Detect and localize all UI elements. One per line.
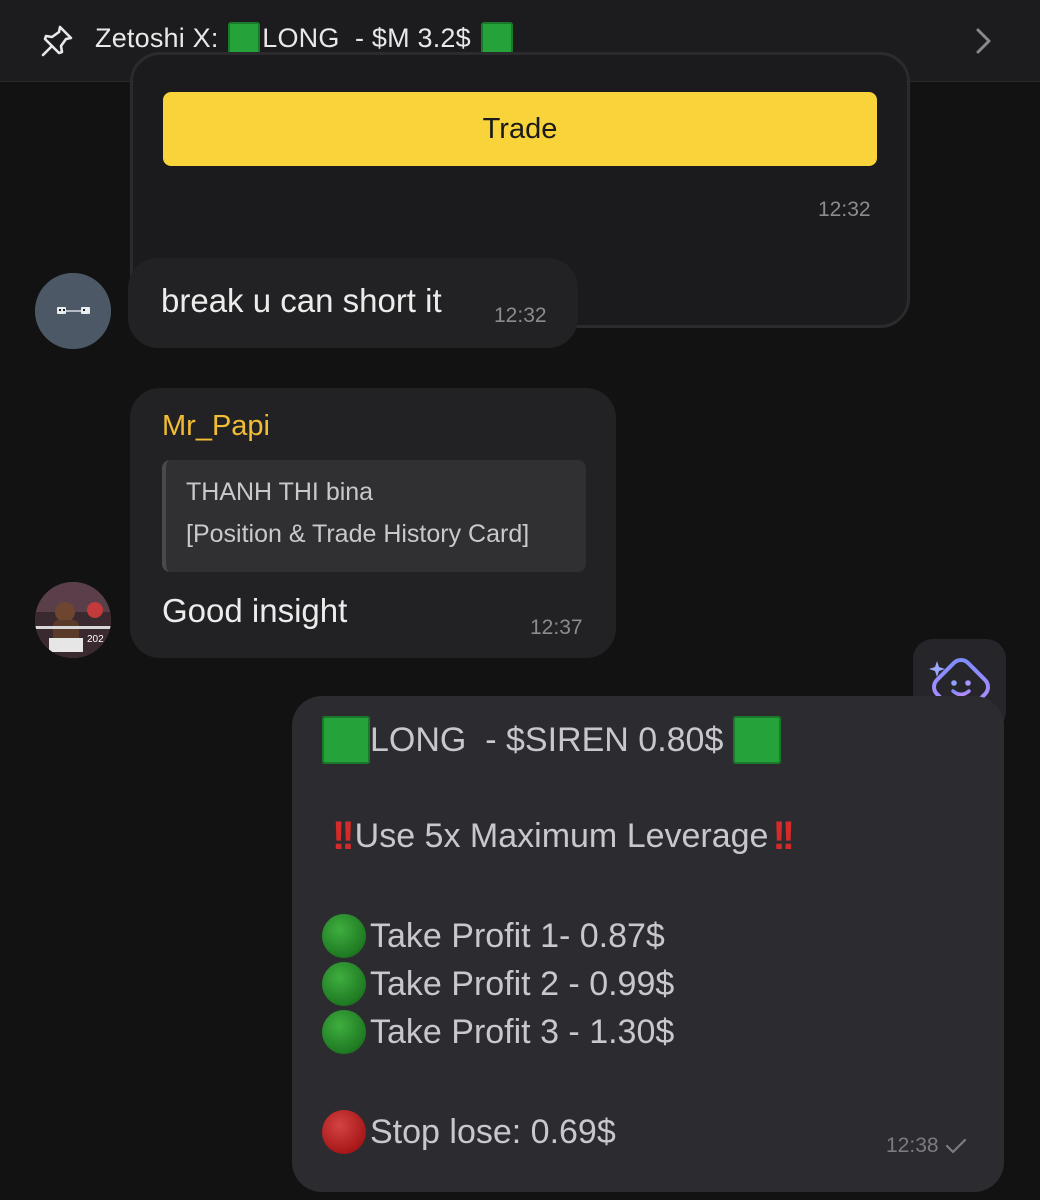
green-circle-icon (322, 914, 366, 958)
message-list: Trade 12:32 break u can short it 12:32 2… (0, 52, 1040, 1200)
message-text: Good insight (162, 592, 348, 629)
signal-headline: LONG - $SIREN 0.80$ (322, 716, 781, 764)
pin-icon (41, 25, 73, 57)
read-check-icon (945, 1138, 966, 1154)
green-square-icon (732, 716, 781, 764)
red-circle-icon (322, 1110, 366, 1154)
leverage-line: !! Use 5x Maximum Leverage !! (328, 814, 795, 859)
green-square-icon (228, 22, 261, 54)
stop-loss-line: Stop lose: 0.69$ (322, 1110, 616, 1154)
sender-name[interactable]: Mr_Papi (162, 410, 270, 443)
take-profit-text: Take Profit 3 - 1.30$ (370, 1012, 675, 1051)
avatar[interactable] (35, 273, 111, 349)
stop-loss-text: Stop lose: 0.69$ (370, 1112, 616, 1151)
pinned-title: LONG - $M 3.2$ (262, 22, 479, 53)
take-profit-line: Take Profit 1- 0.87$ (322, 914, 665, 958)
take-profit-text: Take Profit 1- 0.87$ (370, 916, 665, 955)
message-text: break u can short it (161, 282, 442, 319)
green-square-icon (480, 22, 513, 54)
leverage-text: Use 5x Maximum Leverage (354, 817, 769, 855)
incoming-message[interactable]: break u can short it 12:32 (128, 258, 578, 348)
take-profit-line: Take Profit 2 - 0.99$ (322, 962, 674, 1006)
trade-button[interactable]: Trade (163, 92, 877, 166)
avatar-image (35, 273, 111, 349)
chat-app: Zetoshi X: LONG - $M 3.2$ Trade 12:32 br… (0, 0, 1040, 1200)
message-time: 12:38 (886, 1134, 939, 1157)
green-square-icon (322, 716, 370, 764)
green-circle-icon (322, 1010, 366, 1054)
message-time: 12:32 (818, 198, 871, 221)
double-exclamation-icon: !! (332, 814, 355, 858)
svg-text:202: 202 (87, 634, 104, 645)
message-time: 12:37 (530, 616, 583, 639)
avatar[interactable]: 202 (35, 582, 111, 658)
take-profit-line: Take Profit 3 - 1.30$ (322, 1010, 674, 1054)
double-exclamation-icon: !! (772, 814, 795, 858)
message-status: 12:38 (886, 1134, 967, 1158)
reply-preview[interactable]: THANH THI bina [Position & Trade History… (162, 460, 586, 572)
message-time: 12:32 (494, 304, 547, 327)
outgoing-message[interactable]: LONG - $SIREN 0.80$ !! Use 5x Maximum Le… (292, 696, 1004, 1192)
take-profit-text: Take Profit 2 - 0.99$ (370, 964, 675, 1003)
reply-author: THANH THI bina (186, 478, 374, 506)
headline-text: LONG - $SIREN 0.80$ (370, 720, 733, 759)
incoming-message[interactable]: Mr_Papi THANH THI bina [Position & Trade… (130, 388, 616, 658)
pinned-message-text: Zetoshi X: LONG - $M 3.2$ (95, 22, 515, 54)
pinned-prefix: Zetoshi X: (95, 22, 227, 53)
avatar-image: 202 (35, 582, 111, 658)
green-circle-icon (322, 962, 366, 1006)
chevron-right-icon[interactable] (968, 24, 998, 58)
reply-text: [Position & Trade History Card] (186, 520, 530, 548)
